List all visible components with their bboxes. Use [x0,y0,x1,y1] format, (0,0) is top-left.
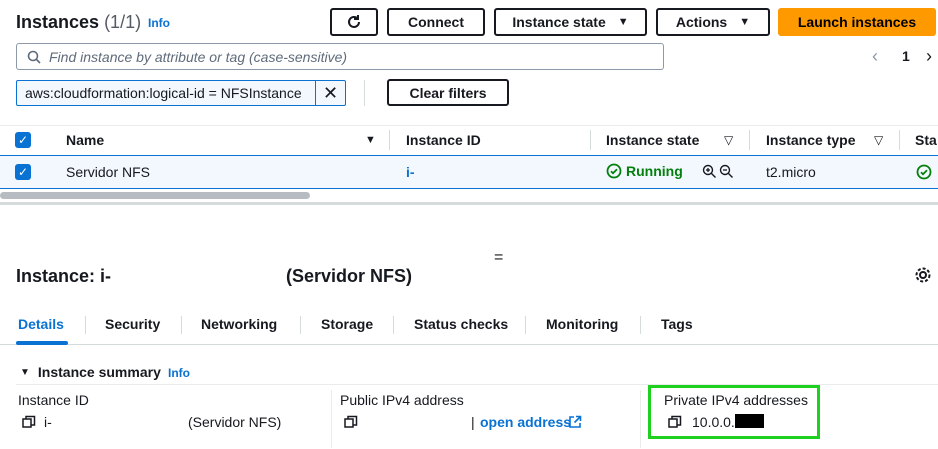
instance-id-label: Instance ID [18,392,89,408]
connect-button[interactable]: Connect [387,8,485,36]
tab-separator [525,316,526,334]
select-all-checkbox[interactable]: ✓ [15,132,31,148]
search-input[interactable]: Find instance by attribute or tag (case-… [16,43,664,70]
page-number[interactable]: 1 [902,48,910,64]
launch-instances-button[interactable]: Launch instances [778,8,936,36]
check-circle-icon [916,164,932,180]
instance-state-label: Instance state [512,14,606,30]
row-instance-id-link[interactable]: i- [406,164,415,180]
summary-toggle[interactable]: ▼ Instance summary [20,364,161,380]
public-ipv4-separator: | [471,414,475,430]
zoom-controls [702,164,734,179]
resize-handle[interactable]: = [494,249,503,267]
active-tab-indicator [16,341,68,345]
instance-state-button[interactable]: Instance state ▼ [494,8,647,36]
zoom-out-icon[interactable] [719,164,734,179]
search-placeholder: Find instance by attribute or tag (case-… [49,48,348,65]
field-separator [331,390,332,448]
instance-count: (1/1) [104,12,142,32]
column-separator [749,130,750,150]
zoom-in-icon[interactable] [702,164,717,179]
external-link-icon[interactable] [568,415,582,429]
row-name: Servidor NFS [66,164,151,180]
clear-filters-button[interactable]: Clear filters [387,79,509,106]
sort-icon[interactable]: ▽ [874,133,883,147]
close-icon[interactable]: ✕ [315,81,345,105]
column-separator [590,130,591,150]
split-divider[interactable] [0,202,938,205]
sort-icon[interactable]: ▽ [724,133,733,147]
search-icon [27,50,41,64]
check-icon: ✓ [15,132,31,148]
open-address-link[interactable]: open address [480,414,571,430]
detail-title-name: (Servidor NFS) [286,266,413,286]
row-instance-type: t2.micro [766,164,816,180]
page-title-text: Instances [16,12,100,32]
horizontal-scrollbar[interactable] [0,192,310,199]
check-icon: ✓ [15,164,31,180]
row-state: Running [606,163,683,179]
column-header-status[interactable]: Sta [915,132,937,148]
chevron-right-icon[interactable]: › [926,46,932,67]
tab-storage[interactable]: Storage [321,316,373,332]
tab-details[interactable]: Details [18,316,64,332]
copy-icon[interactable] [668,415,682,429]
tab-status-checks[interactable]: Status checks [414,316,508,332]
column-header-instance-type[interactable]: Instance type [766,132,855,148]
detail-title: Instance: i- [16,266,111,287]
field-separator [640,390,641,448]
column-separator [899,130,900,150]
tab-separator [640,316,641,334]
detail-title-prefix: Instance: i- [16,266,112,286]
instance-id-value: i- [44,414,52,430]
divider [364,80,365,106]
filter-chip-text: aws:cloudformation:logical-id = NFSInsta… [25,85,302,101]
tab-separator [85,316,86,334]
private-ipv4-label: Private IPv4 addresses [664,392,808,408]
column-separator [389,130,390,150]
tab-separator [181,316,182,334]
row-checkbox[interactable]: ✓ [15,164,31,180]
column-header-instance-state[interactable]: Instance state [606,132,699,148]
tab-separator [300,316,301,334]
row-state-text: Running [626,163,683,179]
tab-monitoring[interactable]: Monitoring [546,316,618,332]
page-title: Instances (1/1) [16,12,141,33]
divider [0,125,938,126]
tab-separator [393,316,394,334]
summary-title: Instance summary [37,364,161,380]
caret-down-icon: ▼ [617,16,629,28]
filter-chip: aws:cloudformation:logical-id = NFSInsta… [16,80,346,106]
copy-icon[interactable] [344,415,358,429]
copy-icon[interactable] [22,415,36,429]
settings-icon[interactable] [914,266,932,284]
chevron-left-icon[interactable]: ‹ [872,46,878,67]
actions-button[interactable]: Actions ▼ [656,8,770,36]
caret-down-icon: ▼ [739,16,751,28]
column-header-name[interactable]: Name [66,132,104,148]
info-link[interactable]: Info [148,16,170,30]
refresh-icon [348,15,360,28]
actions-label: Actions [675,14,728,30]
check-circle-icon [606,163,622,179]
redaction-block [735,414,764,428]
tab-networking[interactable]: Networking [201,316,277,332]
caret-down-icon[interactable]: ▼ [365,134,376,146]
tab-tags[interactable]: Tags [661,316,693,332]
public-ipv4-label: Public IPv4 address [340,392,464,408]
caret-down-icon: ▼ [20,366,30,378]
private-ipv4-value: 10.0.0. [692,414,735,430]
instance-id-name: (Servidor NFS) [188,414,282,430]
column-header-instance-id[interactable]: Instance ID [406,132,481,148]
tab-security[interactable]: Security [105,316,160,332]
tabs-border [0,344,938,345]
summary-info-link[interactable]: Info [168,366,190,380]
refresh-button[interactable] [330,8,378,36]
